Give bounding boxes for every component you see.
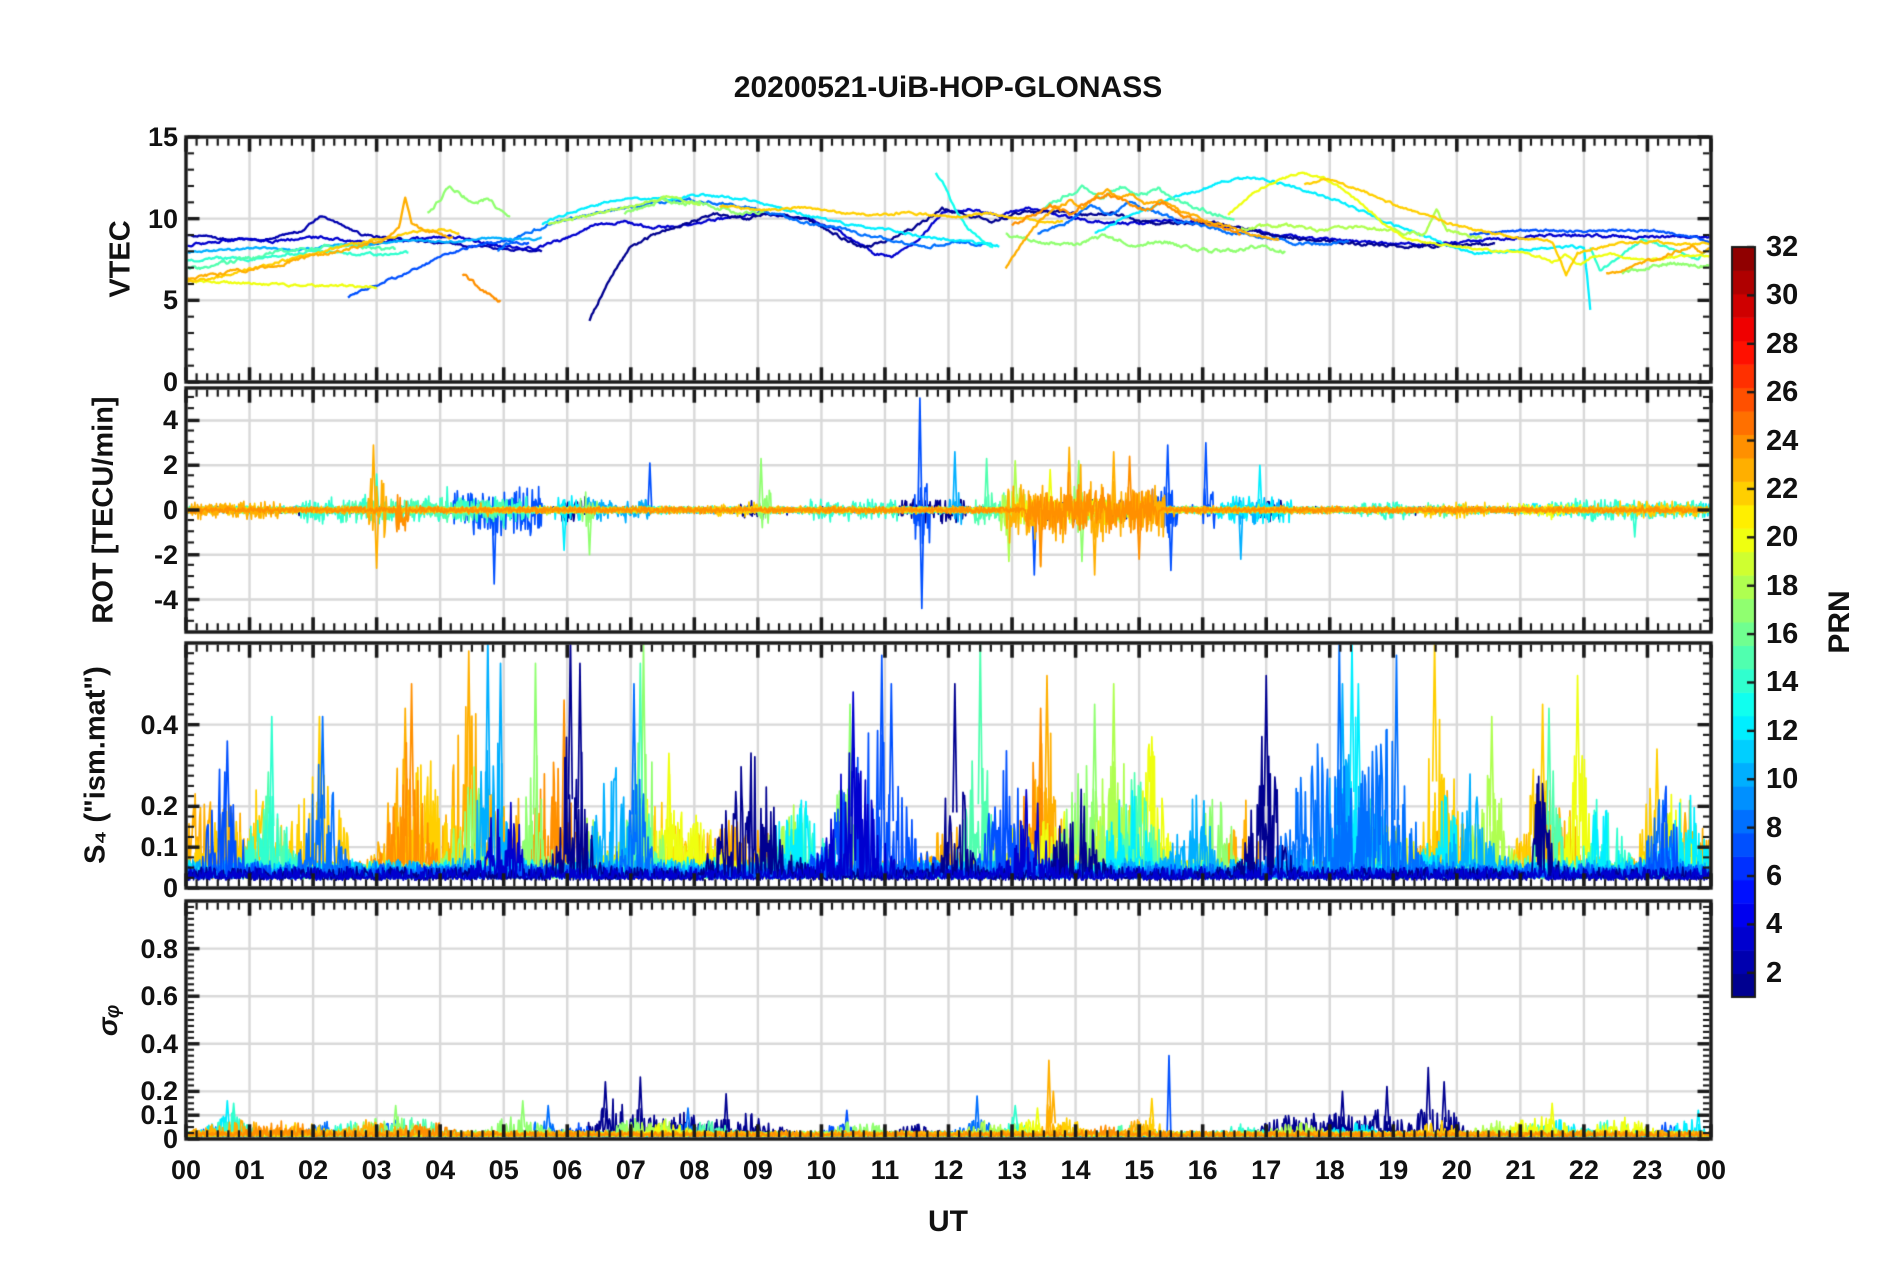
y-tick-label-sig: 0 bbox=[162, 1124, 178, 1154]
figure: 20200521-UiB-HOP-GLONASS VTEC ROT [TECU/… bbox=[0, 0, 1902, 1272]
x-tick-label: 20 bbox=[1441, 1155, 1472, 1185]
colorbar-tick-label: 26 bbox=[1766, 376, 1799, 409]
colorbar-tick-label: 10 bbox=[1766, 763, 1799, 796]
x-tick-label: 11 bbox=[870, 1155, 900, 1185]
x-tick-label: 21 bbox=[1505, 1155, 1536, 1185]
y-tick-label-s4: 0.4 bbox=[140, 709, 178, 740]
y-tick-label-rot: 0 bbox=[162, 495, 178, 525]
y-tick-label-sig: 0.1 bbox=[140, 1100, 178, 1131]
y-axis-label-rot: ROT [TECU/min] bbox=[87, 396, 120, 624]
colorbar-tick-label: 14 bbox=[1766, 666, 1799, 699]
colorbar-tick-label: 16 bbox=[1766, 618, 1799, 651]
x-tick-label: 05 bbox=[488, 1155, 519, 1185]
x-tick-label: 04 bbox=[425, 1155, 456, 1185]
y-axis-label-s4: S₄ ("ism.mat") bbox=[79, 666, 112, 864]
y-tick-label-sig: 0.2 bbox=[140, 1076, 178, 1107]
colorbar-tick-label: 12 bbox=[1766, 714, 1799, 747]
y-tick-label-rot: -4 bbox=[153, 584, 178, 615]
x-tick-label: 17 bbox=[1251, 1155, 1282, 1185]
colorbar-tick-label: 8 bbox=[1766, 811, 1783, 844]
x-tick-label: 19 bbox=[1378, 1155, 1409, 1185]
x-tick-label: 07 bbox=[615, 1155, 646, 1185]
y-tick-label-vtec: 10 bbox=[147, 203, 178, 234]
chart-canvas bbox=[0, 0, 1902, 1272]
x-tick-label: 22 bbox=[1568, 1155, 1599, 1185]
colorbar-tick-label: 28 bbox=[1766, 327, 1799, 360]
x-tick-label: 13 bbox=[997, 1155, 1028, 1185]
chart-title: 20200521-UiB-HOP-GLONASS bbox=[733, 71, 1163, 104]
colorbar-tick-label: 24 bbox=[1766, 424, 1799, 457]
x-tick-label: 03 bbox=[361, 1155, 392, 1185]
colorbar-tick-label: 4 bbox=[1766, 908, 1783, 941]
x-tick-label: 02 bbox=[298, 1155, 329, 1185]
colorbar-tick-label: 32 bbox=[1766, 231, 1799, 263]
colorbar-tick-label: 6 bbox=[1766, 860, 1783, 893]
x-tick-label: 10 bbox=[806, 1155, 837, 1185]
y-tick-label-rot: 4 bbox=[162, 405, 178, 436]
colorbar-tick-label: 20 bbox=[1766, 521, 1799, 554]
colorbar-label: PRN bbox=[1823, 590, 1856, 654]
x-tick-label: 09 bbox=[742, 1155, 773, 1185]
y-tick-label-sig: 0.6 bbox=[140, 981, 178, 1012]
x-axis-label: UT bbox=[928, 1205, 968, 1238]
y-tick-label-vtec: 5 bbox=[162, 285, 178, 316]
y-tick-label-s4: 0.1 bbox=[140, 832, 178, 863]
y-tick-label-vtec: 0 bbox=[162, 367, 178, 397]
colorbar-tick-label: 22 bbox=[1766, 472, 1799, 505]
x-tick-label: 15 bbox=[1124, 1155, 1155, 1185]
y-axis-label-vtec: VTEC bbox=[104, 220, 137, 298]
colorbar-tick-label: 2 bbox=[1766, 956, 1783, 989]
y-tick-label-rot: 2 bbox=[162, 450, 178, 481]
x-tick-label: 00 bbox=[1695, 1155, 1727, 1185]
colorbar-tick-label: 18 bbox=[1766, 569, 1799, 602]
colorbar-tick-label: 30 bbox=[1766, 279, 1799, 312]
x-tick-label: 08 bbox=[679, 1155, 710, 1185]
y-tick-label-s4: 0.2 bbox=[140, 791, 178, 822]
x-tick-label: 14 bbox=[1060, 1155, 1091, 1185]
x-tick-label: 16 bbox=[1187, 1155, 1218, 1185]
x-tick-label: 18 bbox=[1314, 1155, 1345, 1185]
y-tick-label-rot: -2 bbox=[153, 539, 178, 570]
y-tick-label-sig: 0.8 bbox=[140, 933, 178, 964]
x-tick-label: 01 bbox=[234, 1155, 265, 1185]
y-axis-label-sigma-phi: σᵩ bbox=[92, 1003, 123, 1037]
x-tick-label: 12 bbox=[933, 1155, 964, 1185]
x-tick-label: 06 bbox=[552, 1155, 583, 1185]
y-tick-label-vtec: 15 bbox=[147, 122, 178, 152]
y-tick-label-sig: 0.4 bbox=[140, 1028, 178, 1059]
x-tick-label: 00 bbox=[170, 1155, 202, 1185]
x-tick-label: 23 bbox=[1632, 1155, 1663, 1185]
y-tick-label-s4: 0 bbox=[162, 873, 178, 903]
